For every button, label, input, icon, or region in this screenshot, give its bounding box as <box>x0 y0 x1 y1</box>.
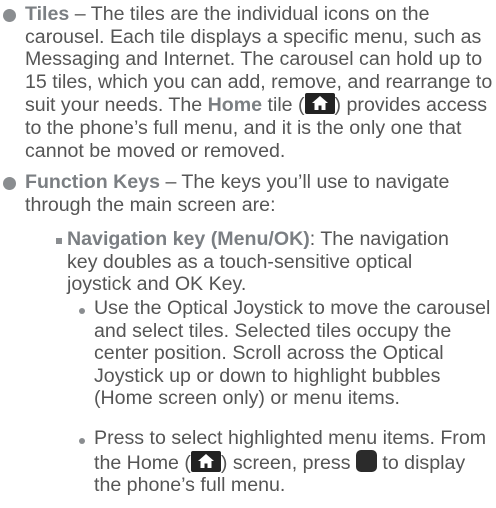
home-icon <box>304 93 335 115</box>
nav-key-term: Navigation key (Menu/OK) <box>67 228 310 250</box>
home-icon <box>190 450 221 472</box>
function-keys-paragraph: Function Keys – The keys you’ll use to n… <box>25 171 485 216</box>
joystick-text: Use the Optical Joystick to move the car… <box>94 297 491 410</box>
bullet-dot <box>3 9 16 22</box>
bullet-dot <box>3 177 16 190</box>
small-bullet-dot <box>79 438 85 444</box>
tiles-paragraph: Tiles – The tiles are the individual ico… <box>25 3 495 162</box>
tiles-term: Tiles <box>25 3 70 25</box>
nav-key-paragraph: Navigation key (Menu/OK): The navigation… <box>67 228 479 296</box>
home-term: Home <box>207 94 263 117</box>
press-paragraph: Press to select highlighted menu items. … <box>94 427 494 497</box>
square-bullet <box>56 238 62 244</box>
tiles-text-2: tile ( <box>262 94 305 117</box>
function-keys-term: Function Keys <box>25 171 160 193</box>
ok-key-icon <box>355 449 377 472</box>
press-text-2: ) screen, press <box>220 451 356 474</box>
joystick-paragraph: Use the Optical Joystick to move the car… <box>94 297 496 410</box>
small-bullet-dot <box>79 308 85 314</box>
